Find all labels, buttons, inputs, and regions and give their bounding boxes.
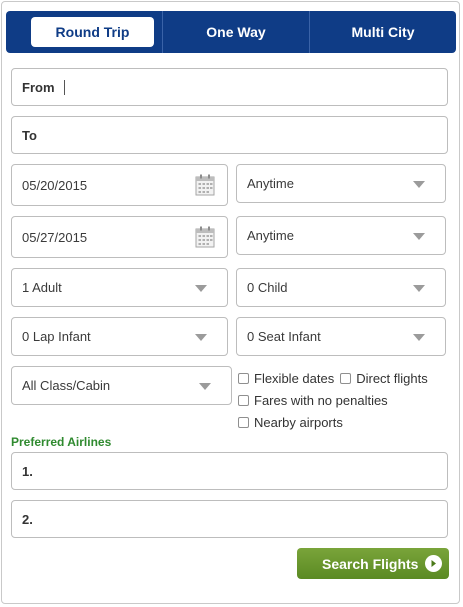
tab-round-trip[interactable]: Round Trip <box>6 11 162 53</box>
preferred-airline-2-input[interactable]: 2. <box>11 500 448 538</box>
text-cursor <box>63 79 65 95</box>
child-select[interactable]: 0 Child <box>236 268 446 307</box>
options-row-2: Fares with no penalties <box>238 389 458 411</box>
calendar-icon[interactable] <box>195 174 215 196</box>
no-penalties-label: Fares with no penalties <box>254 392 388 408</box>
arrow-right-icon <box>425 555 442 572</box>
chevron-down-icon <box>199 382 211 390</box>
preferred-airlines-title: Preferred Airlines <box>11 435 112 449</box>
adults-select[interactable]: 1 Adult <box>11 268 228 307</box>
lap-infant-value: 0 Lap Infant <box>22 329 91 344</box>
tab-one-way-label: One Way <box>206 24 266 40</box>
direct-flights-checkbox[interactable] <box>340 372 352 384</box>
return-date-field[interactable]: 05/27/2015 <box>11 216 228 258</box>
nearby-airports-label: Nearby airports <box>254 414 343 430</box>
seat-infant-select[interactable]: 0 Seat Infant <box>236 317 446 356</box>
from-input[interactable]: From <box>11 68 448 106</box>
cabin-value: All Class/Cabin <box>22 378 111 393</box>
preferred-airline-1-input[interactable]: 1. <box>11 452 448 490</box>
search-options: Flexible dates Direct flights Fares with… <box>238 367 458 433</box>
from-label: From <box>22 79 55 95</box>
depart-date-value: 05/20/2015 <box>22 177 88 193</box>
to-input[interactable]: To <box>11 116 448 154</box>
options-row-1: Flexible dates Direct flights <box>238 367 458 389</box>
chevron-down-icon <box>195 333 207 341</box>
direct-flights-label: Direct flights <box>356 370 428 386</box>
tab-round-trip-label: Round Trip <box>31 17 154 47</box>
options-row-3: Nearby airports <box>238 411 458 433</box>
search-flights-label: Search Flights <box>322 555 419 572</box>
depart-time-value: Anytime <box>247 176 294 191</box>
tab-one-way[interactable]: One Way <box>162 11 309 53</box>
chevron-down-icon <box>413 333 425 341</box>
to-label: To <box>22 127 37 143</box>
search-flights-button[interactable]: Search Flights <box>297 548 449 579</box>
tab-multi-city-label: Multi City <box>351 24 415 40</box>
cabin-select[interactable]: All Class/Cabin <box>11 366 232 405</box>
return-time-value: Anytime <box>247 228 294 243</box>
adults-value: 1 Adult <box>22 280 62 295</box>
calendar-icon[interactable] <box>195 226 215 248</box>
chevron-down-icon <box>413 284 425 292</box>
depart-time-select[interactable]: Anytime <box>236 164 446 203</box>
nearby-airports-checkbox[interactable] <box>238 416 249 428</box>
preferred-airline-1-label: 1. <box>22 463 33 479</box>
depart-date-field[interactable]: 05/20/2015 <box>11 164 228 206</box>
no-penalties-checkbox[interactable] <box>238 394 249 406</box>
return-time-select[interactable]: Anytime <box>236 216 446 255</box>
chevron-down-icon <box>413 232 425 240</box>
preferred-airline-2-label: 2. <box>22 511 33 527</box>
trip-type-tabs: Round Trip One Way Multi City <box>6 11 456 53</box>
return-date-value: 05/27/2015 <box>22 229 88 245</box>
chevron-down-icon <box>195 284 207 292</box>
flexible-dates-label: Flexible dates <box>254 370 335 386</box>
flexible-dates-checkbox[interactable] <box>238 372 249 384</box>
child-value: 0 Child <box>247 280 288 295</box>
lap-infant-select[interactable]: 0 Lap Infant <box>11 317 228 356</box>
seat-infant-value: 0 Seat Infant <box>247 329 321 344</box>
tab-multi-city[interactable]: Multi City <box>309 11 456 53</box>
chevron-down-icon <box>413 180 425 188</box>
